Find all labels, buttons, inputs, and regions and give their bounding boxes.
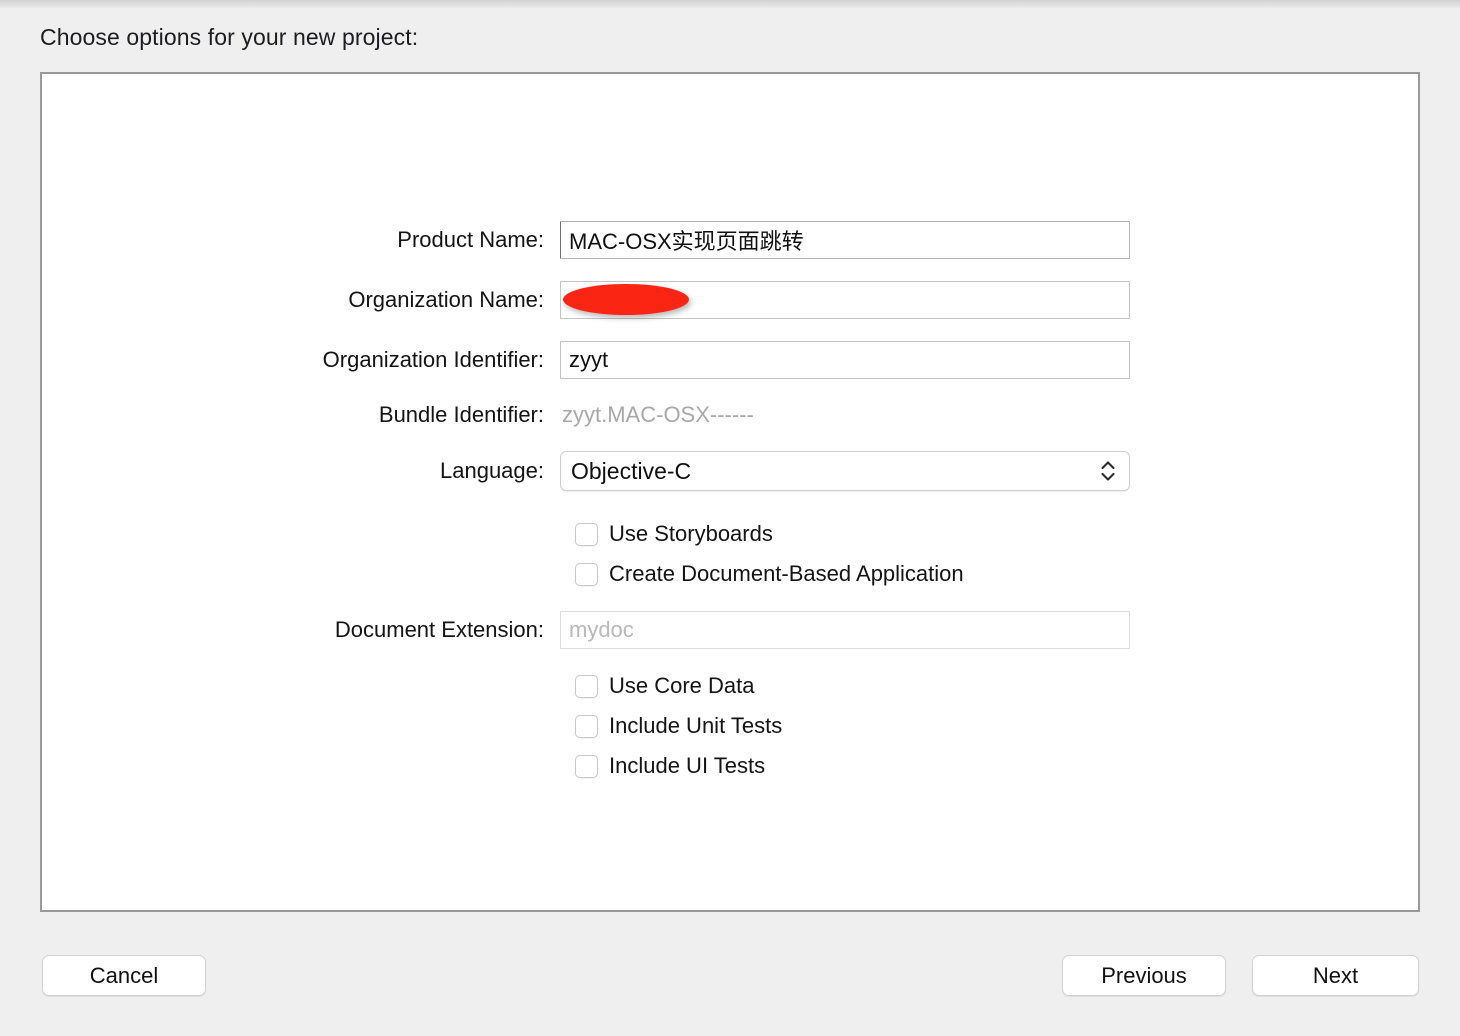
field-col-organization-identifier: zyyt [560, 341, 1130, 379]
field-col-document-extension: mydoc [560, 611, 1130, 649]
redaction-oval-icon [563, 284, 689, 315]
checkbox-include-ui-tests[interactable] [575, 754, 598, 778]
field-col-organization-name [560, 281, 1130, 319]
cancel-button[interactable]: Cancel [42, 955, 206, 996]
field-col-bundle-identifier: zyyt.MAC-OSX------ [560, 396, 1130, 434]
checkbox-include-unit-tests[interactable] [575, 714, 598, 738]
checkbox-row-include-ui-tests[interactable]: Include UI Tests [575, 751, 765, 781]
chevron-up-down-icon [1099, 458, 1117, 484]
previous-button[interactable]: Previous [1062, 955, 1226, 996]
row-bundle-identifier: Bundle Identifier: zyyt.MAC-OSX------ [42, 395, 1422, 435]
row-language: Language: Objective-C [42, 451, 1422, 491]
label-document-extension: Document Extension: [334, 617, 544, 642]
checkbox-label-include-ui-tests: Include UI Tests [609, 753, 766, 778]
checkbox-row-create-document-based-application[interactable]: Create Document-Based Application [575, 559, 964, 589]
checkbox-label-include-unit-tests: Include Unit Tests [609, 713, 783, 738]
checkbox-create-document-based-application[interactable] [575, 562, 598, 586]
checkbox-row-include-unit-tests[interactable]: Include Unit Tests [575, 711, 782, 741]
row-organization-identifier: Organization Identifier: zyyt [42, 340, 1422, 380]
label-bundle-identifier: Bundle Identifier: [378, 402, 544, 427]
label-organization-name: Organization Name: [348, 287, 544, 312]
window-titlebar-strip [0, 0, 1460, 8]
row-document-extension: Document Extension: mydoc [42, 610, 1422, 650]
organization-identifier-input[interactable]: zyyt [560, 341, 1130, 379]
bundle-identifier-value: zyyt.MAC-OSX------ [562, 402, 754, 427]
label-language: Language: [440, 458, 544, 483]
row-organization-name: Organization Name: [42, 280, 1422, 320]
next-button[interactable]: Next [1252, 955, 1419, 996]
label-organization-identifier: Organization Identifier: [322, 347, 544, 372]
document-extension-placeholder: mydoc [569, 617, 634, 642]
row-product-name: Product Name: MAC-OSX实现页面跳转 [42, 220, 1422, 260]
document-extension-input[interactable]: mydoc [560, 611, 1130, 649]
checkbox-label-create-document-based-application: Create Document-Based Application [609, 561, 964, 586]
checkbox-row-use-core-data[interactable]: Use Core Data [575, 671, 755, 701]
page-title: Choose options for your new project: [40, 24, 419, 50]
checkbox-label-use-core-data: Use Core Data [609, 673, 755, 698]
checkbox-label-use-storyboards: Use Storyboards [609, 521, 773, 546]
field-col-language: Objective-C [560, 451, 1130, 491]
checkbox-use-storyboards[interactable] [575, 522, 598, 546]
checkbox-row-use-storyboards[interactable]: Use Storyboards [575, 519, 773, 549]
checkbox-use-core-data[interactable] [575, 674, 598, 698]
field-col-product-name: MAC-OSX实现页面跳转 [560, 221, 1130, 259]
options-panel: Product Name: MAC-OSX实现页面跳转 Organization… [40, 72, 1420, 912]
language-selected-value: Objective-C [571, 457, 692, 484]
language-select[interactable]: Objective-C [560, 451, 1130, 491]
product-name-input[interactable]: MAC-OSX实现页面跳转 [560, 221, 1130, 259]
label-product-name: Product Name: [397, 227, 544, 252]
